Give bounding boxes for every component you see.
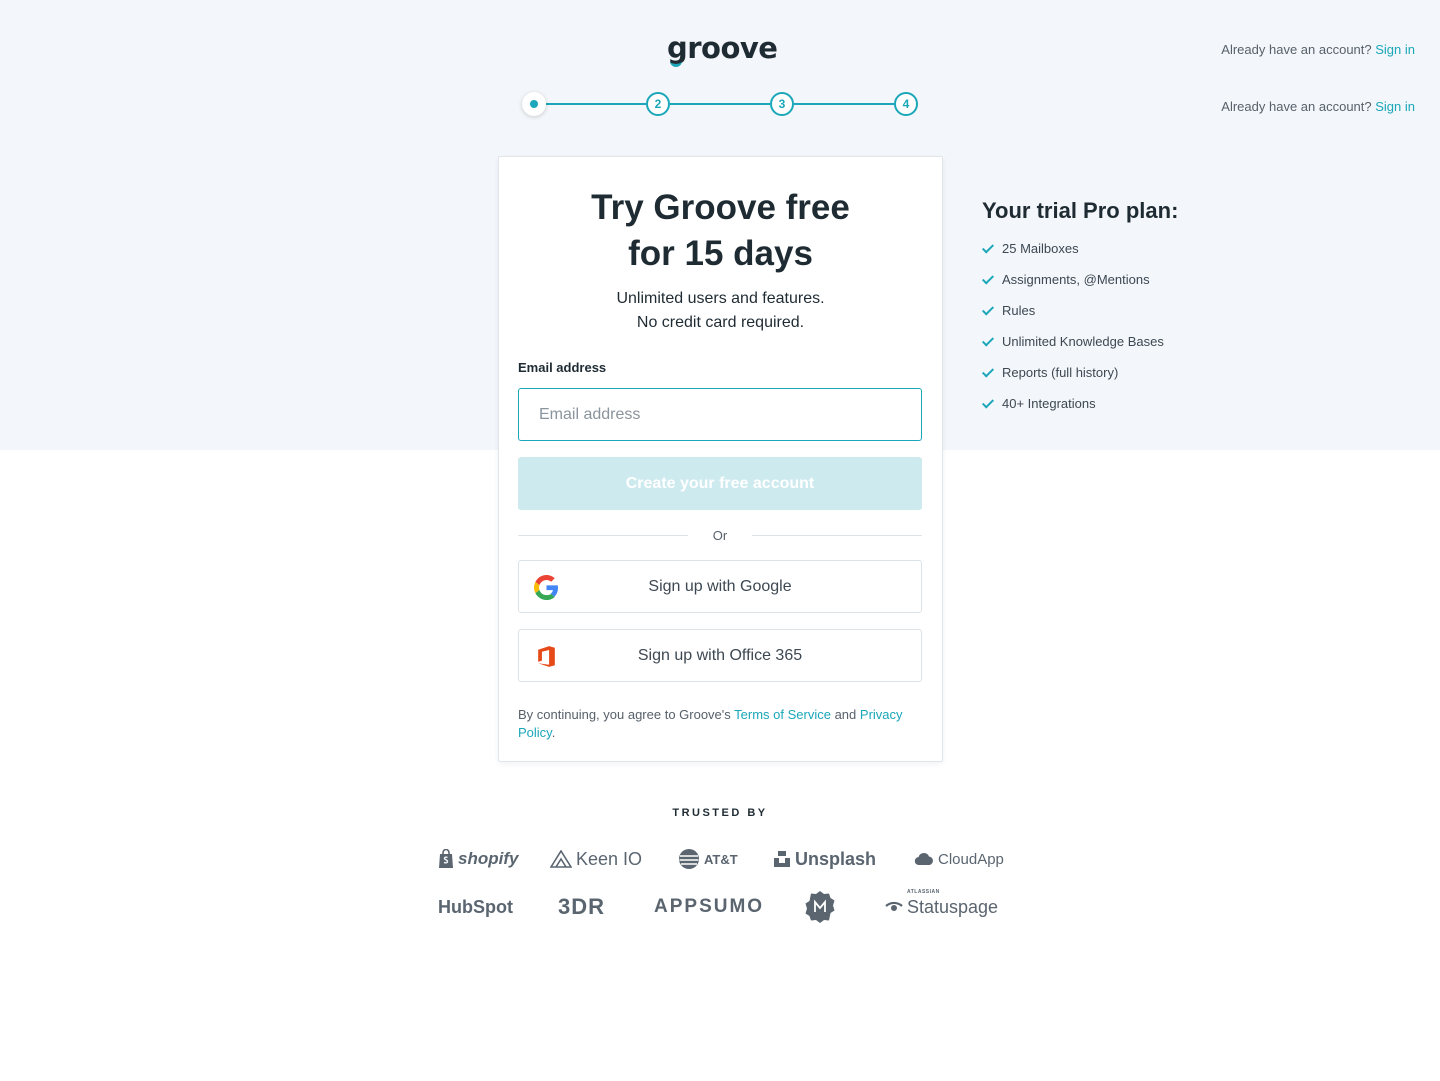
email-field[interactable]: [518, 388, 922, 441]
statuspage-icon: [885, 901, 903, 911]
step-3: 3: [770, 92, 794, 116]
check-icon: [981, 334, 995, 347]
email-label: Email address: [518, 360, 607, 375]
check-icon: [981, 396, 995, 409]
trusted-by-heading: TRUSTED BY: [672, 807, 768, 819]
signin-prompt-text: Already have an account?: [1221, 99, 1372, 114]
current-step-dot-icon: [530, 100, 538, 108]
m-badge-icon: [805, 891, 835, 923]
trial-plan-panel: Your trial Pro plan: 25 Mailboxes Assign…: [981, 196, 1242, 426]
logo-text: groove: [667, 31, 778, 65]
customer-logos-row-2: HubSpot 3DR APPSUMO ATLASSIAN Statuspage: [0, 889, 1440, 923]
google-button-label: Sign up with Google: [648, 577, 792, 595]
att-globe-icon: [679, 849, 699, 869]
signin-prompt-top: Already have an account? Sign in: [1221, 42, 1415, 57]
stepper-connector: [794, 103, 894, 105]
plan-feature-label: Unlimited Knowledge Bases: [1002, 334, 1164, 349]
subtitle-line-2: No credit card required.: [636, 314, 805, 331]
plan-feature-label: Rules: [1002, 303, 1036, 318]
atlassian-small-text: ATLASSIAN: [907, 888, 940, 895]
legal-prefix: By continuing, you agree to Groove's: [518, 707, 735, 722]
stepper-connector: [546, 103, 646, 105]
statuspage-wordmark: ATLASSIAN Statuspage: [907, 889, 999, 918]
3dr-logo-text: 3DR: [558, 894, 606, 919]
customer-logos-row-1: shopify Keen IO AT&T Unsplash CloudApp: [0, 843, 1440, 875]
stepper-connector: [670, 103, 770, 105]
office365-signup-button[interactable]: Sign up with Office 365: [518, 629, 922, 682]
check-icon: [981, 241, 995, 254]
title-line-1: Try Groove free: [591, 188, 850, 227]
create-account-button[interactable]: Create your free account: [518, 457, 922, 510]
signin-prompt-text: Already have an account?: [1221, 42, 1372, 57]
att-logo-text: AT&T: [704, 851, 738, 867]
page-title: Try Groove free for 15 days: [499, 185, 942, 277]
3dr-logo: 3DR: [558, 891, 605, 923]
statuspage-logo: ATLASSIAN Statuspage: [885, 889, 999, 923]
signin-prompt-secondary: Already have an account? Sign in: [1221, 99, 1415, 114]
signin-link[interactable]: Sign in: [1375, 42, 1415, 57]
office365-button-label: Sign up with Office 365: [637, 646, 803, 664]
divider-line: [752, 535, 922, 536]
statuspage-logo-text: Statuspage: [907, 896, 999, 917]
plan-feature: 25 Mailboxes: [981, 240, 1242, 271]
plan-feature-label: 40+ Integrations: [1002, 396, 1096, 411]
shopify-bag-icon: [439, 849, 453, 868]
keen-io-icon: [550, 850, 572, 868]
keen-io-logo-text: Keen IO: [576, 848, 643, 869]
keen-io-logo: Keen IO: [550, 843, 642, 875]
unsplash-logo: Unsplash: [773, 843, 876, 875]
check-icon: [981, 272, 995, 285]
google-icon: [534, 575, 559, 600]
or-divider: Or: [518, 527, 922, 545]
signup-stepper: 2 3 4: [522, 92, 918, 116]
signin-link[interactable]: Sign in: [1375, 99, 1415, 114]
appsumo-logo: APPSUMO: [654, 891, 764, 923]
plan-feature: Reports (full history): [981, 364, 1242, 395]
plan-feature: Assignments, @Mentions: [981, 271, 1242, 302]
appsumo-logo-text: APPSUMO: [654, 896, 765, 917]
plan-feature-label: Assignments, @Mentions: [1002, 272, 1150, 287]
step-4: 4: [894, 92, 918, 116]
legal-notice: By continuing, you agree to Groove's Ter…: [518, 706, 922, 742]
plan-feature: 40+ Integrations: [981, 395, 1242, 426]
google-signup-button[interactable]: Sign up with Google: [518, 560, 922, 613]
plan-feature-list: 25 Mailboxes Assignments, @Mentions Rule…: [981, 240, 1242, 426]
cloudapp-logo: CloudApp: [914, 843, 1004, 875]
subtitle-line-1: Unlimited users and features.: [616, 290, 825, 307]
terms-link[interactable]: Terms of Service: [734, 707, 831, 722]
check-icon: [981, 303, 995, 316]
plan-feature-label: 25 Mailboxes: [1002, 241, 1079, 256]
att-logo: AT&T: [678, 843, 738, 875]
plan-feature: Rules: [981, 302, 1242, 333]
hubspot-logo-text: HubSpot: [438, 896, 513, 917]
shopify-logo: shopify: [438, 843, 518, 875]
unsplash-logo-text: Unsplash: [795, 848, 877, 869]
cloud-icon: [914, 853, 933, 866]
m-badge-logo: [803, 891, 837, 923]
check-icon: [981, 365, 995, 378]
shopify-logo-text: shopify: [458, 849, 519, 868]
plan-title: Your trial Pro plan:: [982, 198, 1179, 223]
signup-card: Try Groove free for 15 days Unlimited us…: [498, 156, 943, 762]
hubspot-logo: HubSpot: [438, 891, 513, 923]
title-line-2: for 15 days: [628, 234, 813, 273]
legal-and: and: [830, 707, 857, 722]
step-2: 2: [646, 92, 670, 116]
unsplash-icon: [774, 851, 790, 867]
step-1-current: [522, 92, 546, 116]
plan-feature: Unlimited Knowledge Bases: [981, 333, 1242, 364]
cloudapp-logo-text: CloudApp: [938, 850, 1004, 868]
plan-feature-label: Reports (full history): [1002, 365, 1119, 380]
groove-logo[interactable]: groove: [667, 30, 778, 70]
office365-icon: [538, 646, 555, 667]
card-subtitle: Unlimited users and features. No credit …: [499, 287, 942, 335]
legal-suffix: .: [551, 725, 556, 740]
